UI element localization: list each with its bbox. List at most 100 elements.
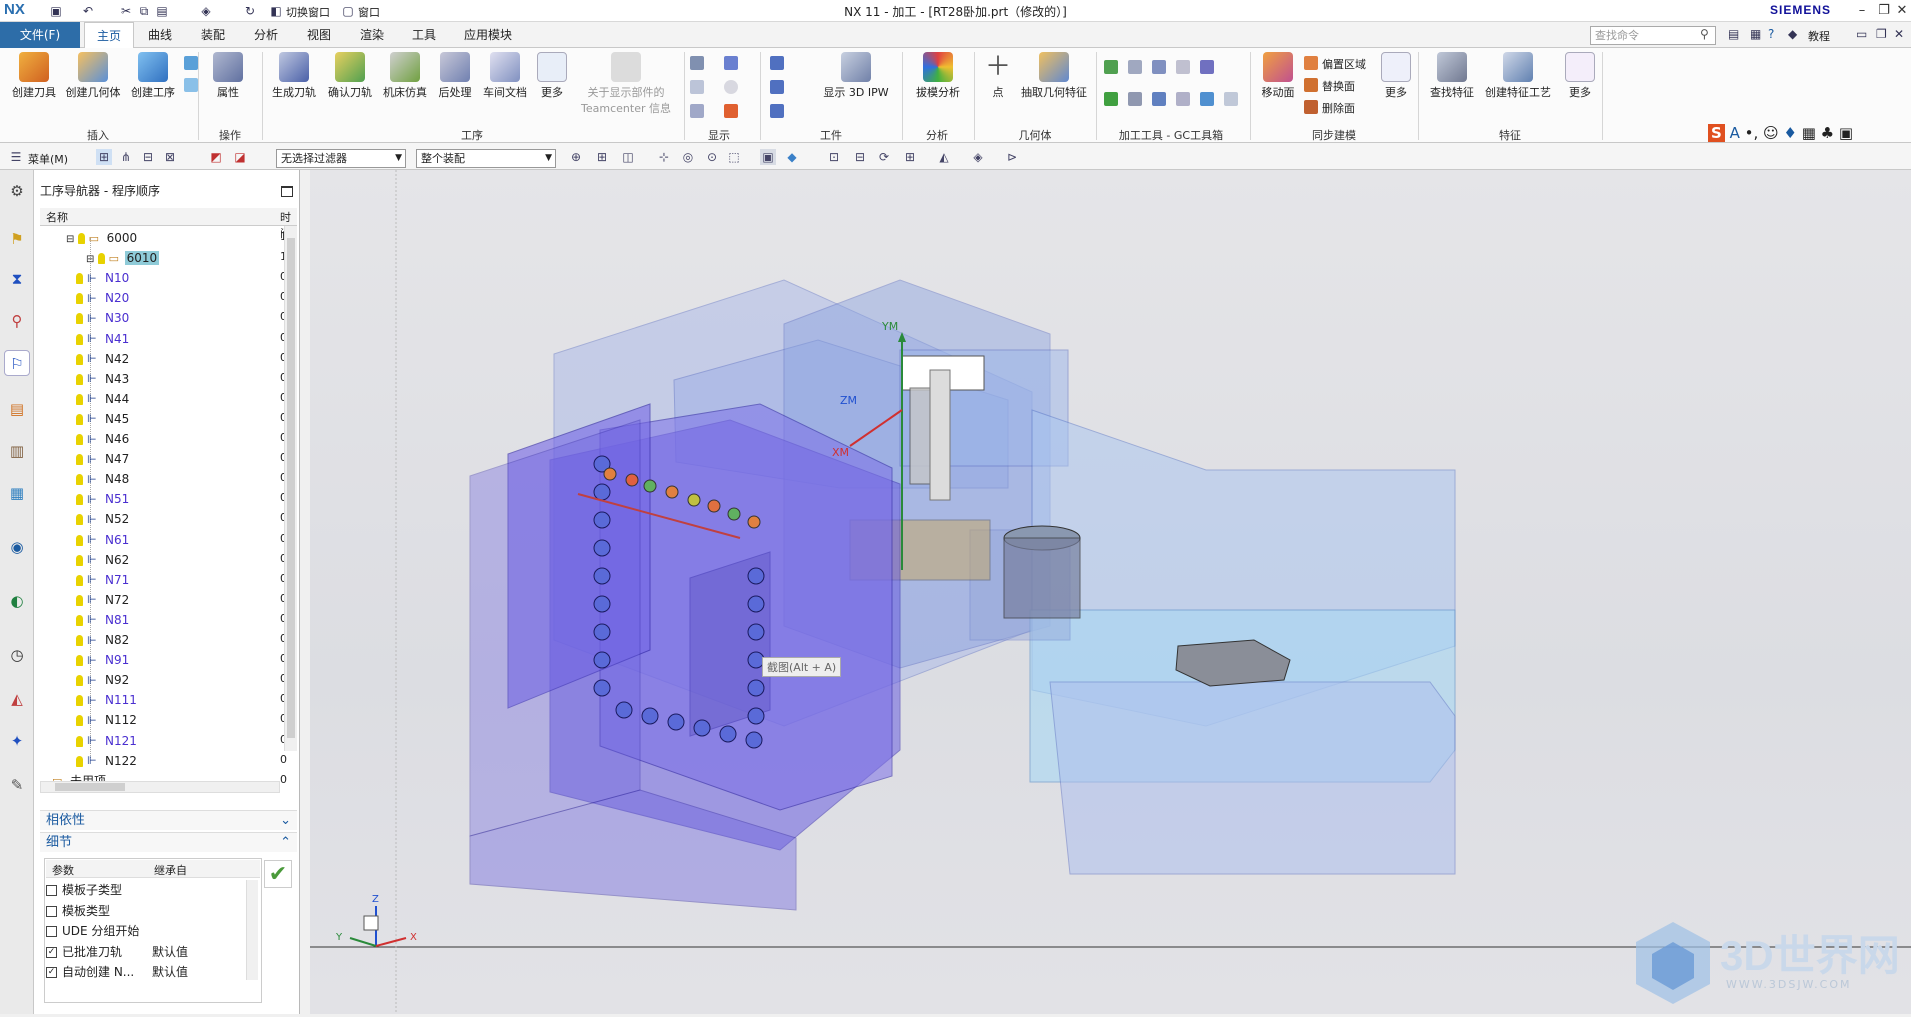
snap-icon[interactable]: ⊞ (594, 149, 610, 165)
tree-row[interactable]: ⊩ N82 (40, 630, 280, 650)
tile-icon[interactable]: ❐ (1876, 27, 1887, 41)
insert-small-icon[interactable] (184, 56, 198, 70)
tutorial-link[interactable]: 教程 (1808, 28, 1830, 44)
search-icon[interactable]: ⚲ (1700, 27, 1709, 41)
tree-row[interactable]: ⊩ N52 (40, 509, 280, 529)
gc-tool-icon[interactable] (1152, 60, 1166, 74)
hd3d-icon[interactable]: ▦ (4, 480, 30, 506)
dependencies-panel-header[interactable]: 相依性 ⌄ (40, 810, 297, 830)
move-face-button[interactable]: 移动面 (1256, 52, 1300, 100)
file-menu[interactable]: 文件(F) (0, 22, 80, 48)
tab-home[interactable]: 主页 (84, 22, 134, 48)
display-icon[interactable] (690, 104, 704, 118)
create-feature-process-button[interactable]: 创建特征工艺 (1480, 52, 1556, 100)
tree-row[interactable]: ⊩ N10 (40, 268, 280, 288)
keyboard-icon[interactable]: ▦ (1802, 124, 1816, 142)
offset-region-icon[interactable] (1304, 56, 1318, 70)
tab-assembly[interactable]: 装配 (193, 22, 233, 48)
snap-icon[interactable]: ⊹ (656, 149, 672, 165)
verify-toolpath-button[interactable]: 确认刀轨 (324, 52, 376, 100)
draft-analysis-button[interactable]: 拔模分析 (908, 52, 968, 100)
offset-region-button[interactable]: 偏置区域 (1322, 56, 1366, 72)
document-icon[interactable]: ▤ (1728, 27, 1739, 41)
gc-tool-icon[interactable] (1104, 60, 1118, 74)
gc-tool-icon[interactable] (1200, 60, 1214, 74)
help-icon[interactable]: ? (1768, 27, 1774, 41)
extract-geometry-button[interactable]: 抽取几何特征 (1018, 52, 1090, 100)
edit-section-icon[interactable]: ◈ (970, 149, 986, 165)
reuse-library-icon[interactable]: ▥ (4, 438, 30, 464)
generate-toolpath-button[interactable]: 生成刀轨 (268, 52, 320, 100)
scrollbar-thumb[interactable] (55, 783, 125, 791)
web-browser-icon[interactable]: ◉ (4, 534, 30, 560)
tree-row[interactable]: ⊩ N45 (40, 409, 280, 429)
replace-face-button[interactable]: 替换面 (1322, 78, 1355, 94)
gc-tool-icon[interactable] (1128, 92, 1142, 106)
insert-small-icon[interactable] (184, 78, 198, 92)
point-button[interactable]: ＋点 (980, 52, 1016, 100)
more-feature-button[interactable]: 更多 (1564, 52, 1596, 100)
tab-curve[interactable]: 曲线 (140, 22, 180, 48)
postprocess-button[interactable]: 后处理 (432, 52, 478, 100)
tree-row[interactable]: ⊟ ▭ 6010 (40, 248, 280, 268)
column-name[interactable]: 名称 (46, 209, 68, 225)
tree-row[interactable]: ⊩ N71 (40, 570, 280, 590)
teamcenter-info-button[interactable]: 关于显示部件的 Teamcenter 信息 (574, 52, 678, 116)
gc-tool-icon[interactable] (1104, 92, 1118, 106)
tree-row[interactable]: ⊩ N81 (40, 610, 280, 630)
voice-icon[interactable]: ♦ (1783, 124, 1796, 142)
menu-button[interactable]: 菜单(M) (28, 151, 68, 167)
details-panel-header[interactable]: 细节 ⌃ (40, 832, 297, 852)
shop-docs-button[interactable]: 车间文档 (478, 52, 532, 100)
tab-render[interactable]: 渲染 (352, 22, 392, 48)
render-style-icon[interactable]: ▣ (760, 149, 776, 165)
gc-tool-icon[interactable] (1128, 60, 1142, 74)
command-search-input[interactable]: 查找命令 (1590, 26, 1716, 45)
tree-row[interactable]: ⊩ N51 (40, 489, 280, 509)
tree-row[interactable]: ⊩ N62 (40, 550, 280, 570)
gc-tool-icon[interactable] (1200, 92, 1214, 106)
detail-checkbox[interactable] (46, 926, 57, 937)
system-materials-icon[interactable]: ◭ (4, 686, 30, 712)
display-icon[interactable] (690, 80, 704, 94)
machine-view-icon[interactable]: ⊟ (140, 149, 156, 165)
create-geometry-button[interactable]: 创建几何体 (62, 52, 124, 100)
detail-checkbox[interactable]: ✓ (46, 946, 57, 958)
history-icon[interactable]: ◐ (4, 588, 30, 614)
navigator-horizontal-scrollbar[interactable] (40, 781, 280, 793)
tree-row[interactable]: ⊩ N41 (40, 329, 280, 349)
find-feature-button[interactable]: 查找特征 (1424, 52, 1480, 100)
navigator-vertical-scrollbar[interactable] (284, 226, 297, 751)
clock-icon[interactable]: ◷ (4, 642, 30, 668)
create-operation-button[interactable]: 创建工序 (126, 52, 180, 100)
tree-row[interactable]: ⊩ N46 (40, 429, 280, 449)
gc-tool-icon[interactable] (1152, 92, 1166, 106)
display-icon[interactable] (690, 56, 704, 70)
maximize-panel-icon[interactable] (281, 186, 293, 197)
filter-icon[interactable]: ◪ (232, 149, 248, 165)
rotate-icon[interactable]: ⟳ (876, 149, 892, 165)
selection-filter-select[interactable]: 无选择过滤器 ▼ (276, 149, 406, 168)
sogou-icon[interactable]: S (1708, 124, 1725, 142)
restore-icon[interactable]: ▭ (1856, 27, 1867, 41)
machine-tool-navigator-icon[interactable]: ▤ (4, 396, 30, 422)
machine-simulation-button[interactable]: 机床仿真 (378, 52, 432, 100)
process-studio-icon[interactable]: ✦ (4, 728, 30, 754)
selection-scope-select[interactable]: 整个装配 ▼ (416, 149, 556, 168)
gc-tool-icon[interactable] (1176, 60, 1190, 74)
tree-row[interactable]: ⊟ ▭ 6000 (40, 228, 280, 248)
tree-row[interactable]: ⊩ N44 (40, 389, 280, 409)
tree-row[interactable]: ⊩ N30 (40, 308, 280, 328)
doc-close-icon[interactable]: ✕ (1894, 27, 1904, 41)
delete-face-icon[interactable] (1304, 100, 1318, 114)
tree-row[interactable]: ⊩ N47 (40, 449, 280, 469)
tab-analysis[interactable]: 分析 (246, 22, 286, 48)
tree-row[interactable]: ⊩ N48 (40, 469, 280, 489)
tree-row[interactable]: ⊩ N112 (40, 710, 280, 730)
tools-icon[interactable]: ▣ (1839, 124, 1853, 142)
punct-icon[interactable]: •, (1745, 124, 1759, 142)
geometry-view-icon[interactable]: ⊠ (162, 149, 178, 165)
tab-view[interactable]: 视图 (299, 22, 339, 48)
detail-checkbox[interactable] (46, 905, 57, 917)
tutorial-icon[interactable]: ◆ (1788, 27, 1797, 41)
